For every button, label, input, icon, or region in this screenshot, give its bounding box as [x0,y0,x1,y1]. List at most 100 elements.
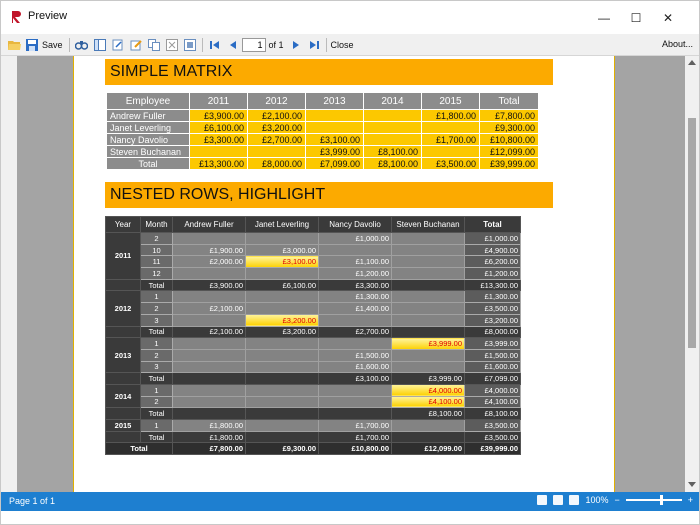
row-header: Janet Leverling [106,121,190,134]
first-page-icon[interactable] [208,38,222,52]
month-cell: 2 [140,232,173,245]
page-setup-icon[interactable] [183,38,197,52]
value-cell: £9,300.00 [479,121,539,134]
find-icon[interactable] [75,38,89,52]
column-header: 2011 [189,92,248,110]
zoom-slider-knob[interactable] [659,495,663,505]
fit-page-icon[interactable] [569,495,580,505]
value-cell [363,133,422,146]
nested-rows-table: Year Month Andrew Fuller Janet Leverling Nan… [105,216,521,456]
total-cell: £3,500.00 [464,302,521,315]
value-cell: £1,200.00 [318,267,392,280]
page-number-input[interactable] [241,37,266,52]
table-row: 2012 1 £1,300.00 £1,300.00 [105,290,521,327]
save-icon[interactable] [25,38,39,52]
edit-icon[interactable] [129,38,143,52]
month-cell: 1 [140,419,173,432]
value-cell: £8,100.00 [363,145,422,158]
value-cell [391,430,465,444]
preview-window: Preview — ☐ ✕ Save of 1 Close About... S… [0,0,700,525]
column-header: Steven Buchanan [391,216,465,233]
subtotal-row: Total £3,100.00 £3,999.00 £7,099.00 [105,372,521,385]
preview-viewport[interactable]: SIMPLE MATRIX Employee 2011 2012 2013 2014 20… [1,56,685,492]
subtotal-row: Total £2,100.00 £3,200.00 £2,700.00 £8,000.0… [105,325,521,339]
close-window-button[interactable]: ✕ [653,7,683,29]
value-cell: £7,800.00 [479,109,539,122]
value-cell [247,145,306,158]
copy-icon[interactable] [147,38,161,52]
column-header: Nancy Davolio [318,216,392,233]
value-cell [318,313,392,327]
value-cell: £3,200.00 [247,121,306,134]
value-cell: £3,900.00 [172,278,246,292]
outline-icon[interactable] [93,38,107,52]
total-cell: £13,300.00 [464,278,521,292]
value-cell: £2,100.00 [247,109,306,122]
year-cell: 2012 [105,290,141,327]
zoom-slider[interactable] [625,495,682,505]
table-row: 3 £1,600.00 £1,600.00 [106,360,521,374]
value-cell: £2,700.00 [247,133,306,146]
last-page-icon[interactable] [307,38,321,52]
value-cell [305,109,364,122]
scrollbar-thumb[interactable] [688,118,696,348]
vertical-scrollbar[interactable] [685,56,699,492]
year-cell: 2014 [105,383,141,409]
table-row: Nancy Davolio £3,300.00 £2,700.00 £3,100.00… [106,133,539,146]
open-folder-icon[interactable] [7,38,21,52]
month-cell: 12 [140,267,173,280]
value-cell [305,121,364,134]
year-cell: 2015 [105,419,141,432]
value-cell [245,348,319,362]
total-cell: £1,600.00 [464,360,521,374]
about-button[interactable]: About... [662,39,693,49]
next-page-icon[interactable] [289,38,303,52]
delete-page-icon[interactable] [165,38,179,52]
value-cell: £8,100.00 [391,407,465,420]
prev-page-icon[interactable] [226,38,240,52]
status-bar: Page 1 of 1 100% − + [1,492,699,511]
single-page-icon[interactable] [537,495,548,505]
scroll-up-icon[interactable] [688,59,696,65]
maximize-button[interactable]: ☐ [621,7,651,29]
export-icon[interactable] [111,38,125,52]
value-cell: £2,000.00 [172,255,246,269]
close-preview-button[interactable]: Close [331,40,354,50]
value-cell [172,337,246,350]
value-cell [391,267,465,280]
zoom-in-button[interactable]: + [688,495,693,505]
fit-width-icon[interactable] [553,495,564,505]
value-cell [391,419,465,432]
nested-rows-title: NESTED ROWS, HIGHLIGHT [105,182,553,208]
table-row: Andrew Fuller £3,900.00 £2,100.00 £1,800.00… [106,109,539,122]
subtotal-label: Total [140,325,173,339]
value-cell: £1,500.00 [318,348,392,362]
table-row: 2015 1 £1,800.00 £1,700.00 £3,500.00 [105,419,521,432]
value-cell [391,290,465,304]
value-cell: £8,100.00 [363,157,422,170]
title-bar: Preview — ☐ ✕ [1,1,699,34]
zoom-out-button[interactable]: − [614,495,619,505]
value-cell: £3,999.00 [305,145,364,158]
year-blank-cell [105,430,141,444]
value-cell: £1,700.00 [318,419,392,432]
value-cell: £9,300.00 [245,442,319,456]
table-row: 3 £3,200.00 £3,200.00 [106,313,521,327]
value-cell [391,313,465,327]
value-cell [245,267,319,280]
minimize-button[interactable]: — [589,7,619,29]
value-cell: £1,600.00 [318,360,392,374]
column-header: Month [140,216,173,233]
grand-total-label: Total [105,442,173,456]
save-button[interactable]: Save [42,40,63,50]
total-cell: £4,900.00 [464,243,521,257]
value-cell [245,372,319,385]
column-header: 2015 [421,92,480,110]
scroll-down-icon[interactable] [688,482,696,488]
value-cell [363,121,422,134]
subtotal-label: Total [140,407,173,420]
value-cell [245,407,319,420]
page-count-label: of 1 [268,39,284,50]
value-cell: £3,999.00 [391,372,465,385]
report-page: SIMPLE MATRIX Employee 2011 2012 2013 2014 20… [73,56,615,492]
